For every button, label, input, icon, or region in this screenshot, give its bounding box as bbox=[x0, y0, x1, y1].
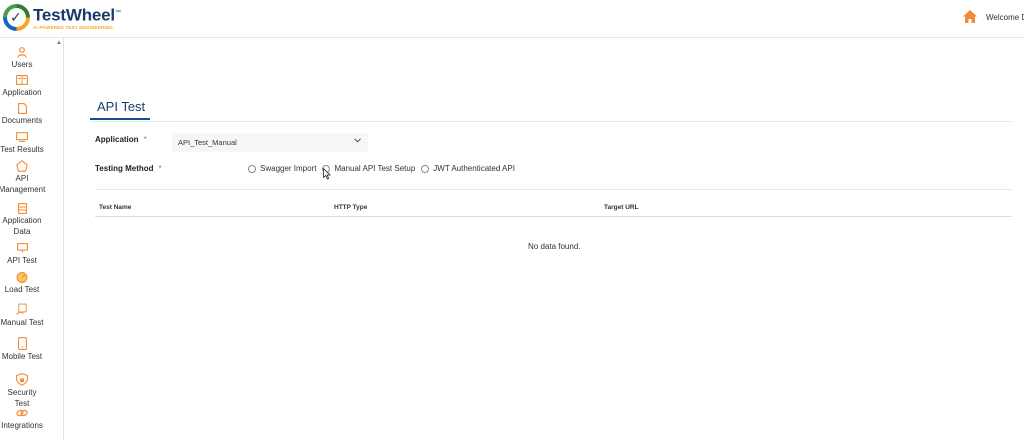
chevron-down-icon bbox=[354, 138, 361, 145]
radio-label: Manual API Test Setup bbox=[334, 164, 416, 173]
testwheel-logo[interactable]: ✓ TestWheel™ AI POWERED TEST ENGINEERING bbox=[3, 4, 121, 31]
sidebar-item-label: Integrations bbox=[1, 421, 43, 430]
application-label: Application * bbox=[95, 135, 147, 144]
sidebar-item-application[interactable]: Application bbox=[0, 74, 44, 98]
sidebar-item-label: Test Results bbox=[0, 145, 44, 154]
sidebar-item-integrations[interactable]: Integrations bbox=[0, 407, 44, 431]
page-title: API Test bbox=[97, 99, 146, 114]
sidebar-item-label: Manual Test bbox=[0, 318, 44, 327]
sidebar-item-label: Security Test bbox=[7, 388, 37, 408]
sidebar-item-label: Application Data bbox=[2, 216, 42, 236]
mouse-cursor-icon bbox=[323, 167, 331, 185]
sidebar-item-api-test[interactable]: API Test bbox=[0, 242, 44, 266]
api-test-icon bbox=[16, 242, 28, 254]
integrations-icon bbox=[16, 407, 28, 419]
radio-button[interactable] bbox=[421, 164, 430, 173]
sidebar-item-security-test[interactable]: Security Test bbox=[0, 372, 44, 409]
table-header-divider bbox=[95, 216, 1012, 217]
column-header-http-type[interactable]: HTTP Type bbox=[334, 204, 367, 211]
testing-method-radio-group: Swagger Import Manual API Test Setup JWT… bbox=[248, 164, 521, 173]
radio-button[interactable] bbox=[248, 164, 256, 173]
sidebar-item-test-results[interactable]: Test Results bbox=[0, 131, 44, 155]
section-divider bbox=[95, 189, 1012, 190]
api-management-icon bbox=[16, 160, 28, 172]
sidebar-item-label: Application bbox=[2, 88, 42, 97]
radio-swagger-import[interactable]: Swagger Import bbox=[248, 164, 316, 173]
document-icon bbox=[16, 102, 28, 114]
logo-name: TestWheel™ bbox=[33, 5, 121, 25]
sidebar-item-mobile-test[interactable]: Mobile Test bbox=[0, 336, 44, 362]
sidebar-item-label: Documents bbox=[1, 116, 43, 125]
empty-table-message: No data found. bbox=[528, 242, 581, 251]
top-header: ✓ TestWheel™ AI POWERED TEST ENGINEERING… bbox=[0, 0, 1024, 38]
column-header-test-name[interactable]: Test Name bbox=[99, 204, 131, 211]
home-icon[interactable] bbox=[963, 10, 977, 24]
title-divider bbox=[90, 121, 1012, 122]
sidebar-item-documents[interactable]: Documents bbox=[0, 102, 44, 126]
welcome-user-text[interactable]: Welcome Dil bbox=[986, 13, 1024, 22]
radio-manual-api-test-setup[interactable]: Manual API Test Setup bbox=[322, 164, 415, 173]
load-test-icon bbox=[16, 271, 28, 283]
logo-tagline: AI POWERED TEST ENGINEERING bbox=[33, 24, 113, 30]
application-select[interactable]: API_Test_Manual bbox=[172, 133, 368, 152]
mobile-test-icon bbox=[16, 336, 28, 350]
manual-test-icon bbox=[16, 302, 28, 316]
radio-label: JWT Authenticated API bbox=[433, 164, 515, 173]
sidebar-item-manual-test[interactable]: Manual Test bbox=[0, 302, 44, 328]
application-data-icon bbox=[16, 202, 28, 214]
sidebar: ▲ Users Application Documents Test Resul… bbox=[0, 38, 64, 440]
security-test-icon bbox=[16, 372, 28, 386]
sidebar-item-load-test[interactable]: Load Test bbox=[0, 271, 44, 295]
testing-method-label: Testing Method * bbox=[95, 164, 162, 173]
test-results-icon bbox=[16, 131, 28, 143]
radio-jwt-authenticated-api[interactable]: JWT Authenticated API bbox=[421, 164, 515, 173]
scroll-up-arrow-icon[interactable]: ▲ bbox=[56, 40, 62, 46]
sidebar-item-label: Load Test bbox=[4, 285, 40, 294]
main-content: API Test Application * API_Test_Manual Te… bbox=[64, 38, 1024, 440]
sidebar-item-application-data[interactable]: Application Data bbox=[0, 202, 44, 237]
application-icon bbox=[16, 74, 28, 86]
sidebar-item-api-management[interactable]: API Management bbox=[0, 160, 46, 195]
logo-wheel-icon: ✓ bbox=[3, 4, 30, 31]
radio-label: Swagger Import bbox=[260, 164, 317, 173]
sidebar-item-users[interactable]: Users bbox=[0, 46, 44, 70]
sidebar-item-label: Users bbox=[11, 60, 33, 69]
column-header-target-url[interactable]: Target URL bbox=[604, 204, 639, 211]
application-select-value: API_Test_Manual bbox=[178, 138, 237, 147]
sidebar-item-label: API Test bbox=[7, 256, 37, 265]
user-icon bbox=[16, 46, 28, 58]
sidebar-item-label: API Management bbox=[0, 174, 46, 194]
sidebar-item-label: Mobile Test bbox=[1, 352, 43, 361]
